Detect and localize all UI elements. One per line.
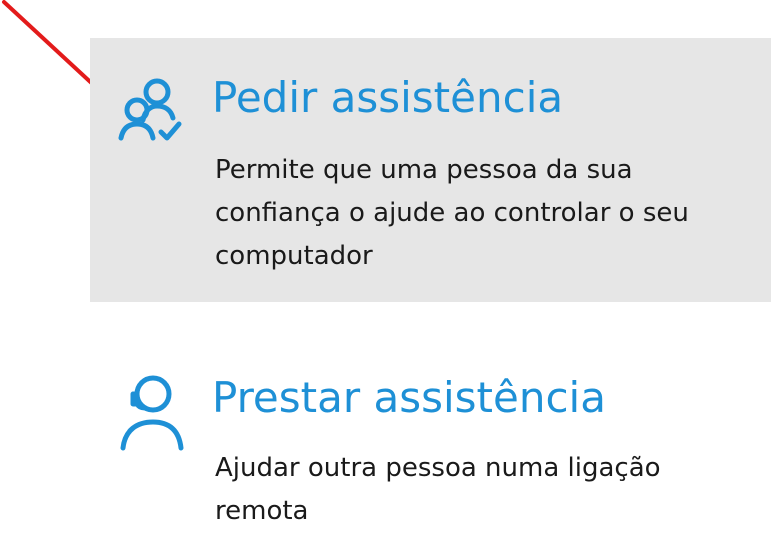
- request-assistance-description: Permite que uma pessoa da sua confiança …: [215, 155, 689, 271]
- people-check-icon: [115, 76, 185, 156]
- request-assistance-option[interactable]: Pedir assistência Permite que uma pessoa…: [90, 38, 771, 302]
- provide-assistance-title: Prestar assistência: [212, 373, 606, 422]
- request-assistance-title: Pedir assistência: [212, 73, 564, 122]
- provide-assistance-description: Ajudar outra pessoa numa ligação remota: [215, 453, 661, 526]
- headset-person-icon: [115, 372, 185, 452]
- provide-assistance-option[interactable]: Prestar assistência Ajudar outra pessoa …: [90, 352, 771, 527]
